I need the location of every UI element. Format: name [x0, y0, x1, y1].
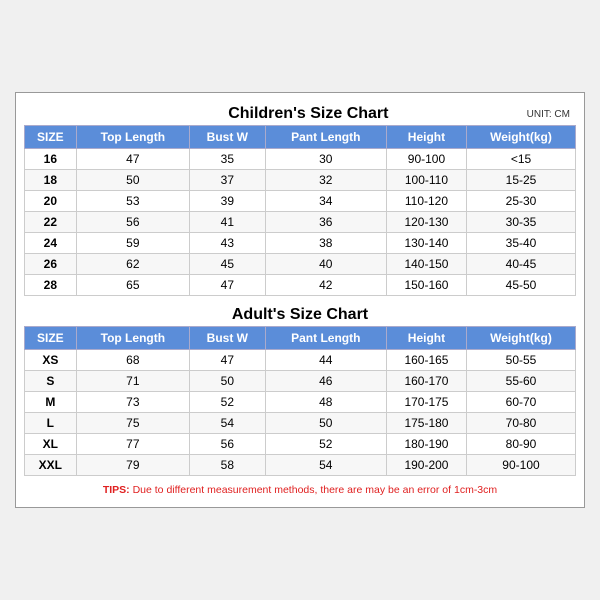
table-row: 28654742150-16045-50	[25, 275, 576, 296]
table-row: 20533934110-12025-30	[25, 191, 576, 212]
adult-col-bust-w: Bust W	[190, 327, 266, 350]
table-row: 24594338130-14035-40	[25, 233, 576, 254]
children-col-size: SIZE	[25, 126, 77, 149]
table-row: M735248170-17560-70	[25, 392, 576, 413]
children-title-row: Children's Size Chart UNIT: CM	[24, 101, 576, 125]
children-col-height: Height	[386, 126, 466, 149]
children-col-pant-length: Pant Length	[265, 126, 386, 149]
children-col-top-length: Top Length	[76, 126, 189, 149]
adult-size-table: SIZE Top Length Bust W Pant Length Heigh…	[24, 326, 576, 476]
adult-table-body: XS684744160-16550-55S715046160-17055-60M…	[25, 350, 576, 476]
adult-section: Adult's Size Chart SIZE Top Length Bust …	[24, 302, 576, 476]
adult-header-row: SIZE Top Length Bust W Pant Length Heigh…	[25, 327, 576, 350]
table-row: XS684744160-16550-55	[25, 350, 576, 371]
children-col-weight: Weight(kg)	[466, 126, 575, 149]
children-size-table: SIZE Top Length Bust W Pant Length Heigh…	[24, 125, 576, 296]
table-row: XXL795854190-20090-100	[25, 455, 576, 476]
table-row: 18503732100-11015-25	[25, 170, 576, 191]
adult-col-height: Height	[386, 327, 466, 350]
table-row: L755450175-18070-80	[25, 413, 576, 434]
adult-col-weight: Weight(kg)	[466, 327, 575, 350]
tips-text: Due to different measurement methods, th…	[130, 484, 497, 496]
adult-title-row: Adult's Size Chart	[24, 302, 576, 326]
adult-col-size: SIZE	[25, 327, 77, 350]
unit-label: UNIT: CM	[527, 109, 570, 120]
tips-label: TIPS:	[103, 484, 130, 496]
children-section-title: Children's Size Chart	[90, 105, 527, 123]
table-row: S715046160-17055-60	[25, 371, 576, 392]
table-row: 1647353090-100<15	[25, 149, 576, 170]
children-table-body: 1647353090-100<1518503732100-11015-25205…	[25, 149, 576, 296]
size-chart-container: Children's Size Chart UNIT: CM SIZE Top …	[15, 92, 585, 508]
children-col-bust-w: Bust W	[190, 126, 266, 149]
adult-section-title: Adult's Size Chart	[30, 306, 570, 324]
children-header-row: SIZE Top Length Bust W Pant Length Heigh…	[25, 126, 576, 149]
table-row: XL775652180-19080-90	[25, 434, 576, 455]
tips-row: TIPS: Due to different measurement metho…	[24, 481, 576, 499]
table-row: 26624540140-15040-45	[25, 254, 576, 275]
adult-col-top-length: Top Length	[76, 327, 189, 350]
adult-col-pant-length: Pant Length	[265, 327, 386, 350]
table-row: 22564136120-13030-35	[25, 212, 576, 233]
